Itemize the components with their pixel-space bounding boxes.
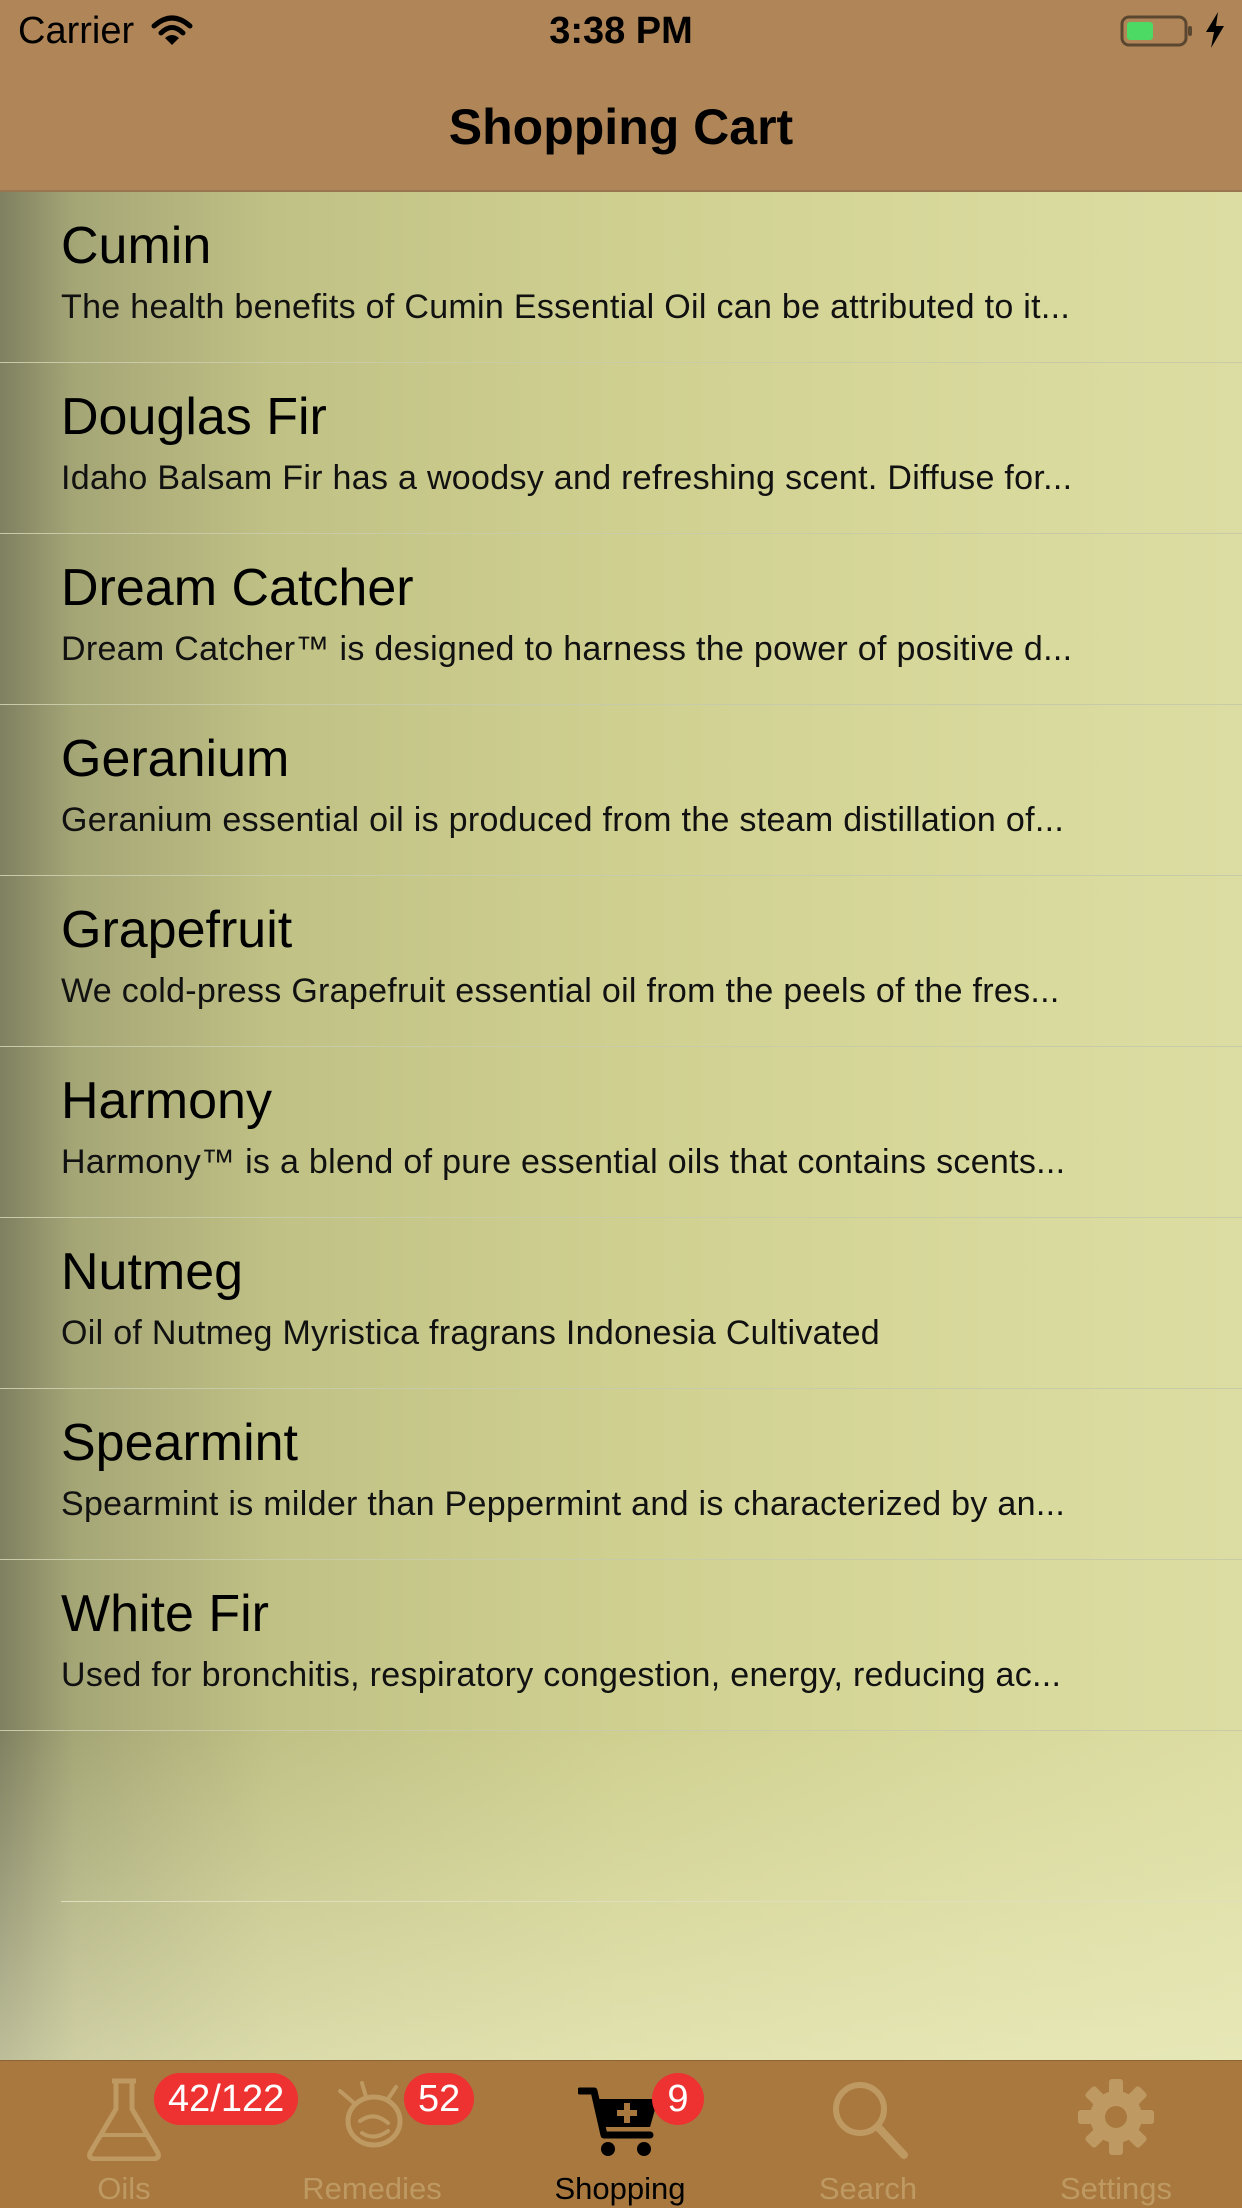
- tab-label: Remedies: [302, 2171, 442, 2206]
- cart-count-badge: 9: [652, 2073, 704, 2125]
- tab-shopping[interactable]: 9 Shopping: [496, 2061, 744, 2208]
- list-item[interactable]: Spearmint Spearmint is milder than Peppe…: [0, 1389, 1242, 1560]
- item-title: Spearmint: [61, 1414, 298, 1472]
- battery-icon: [1120, 15, 1192, 47]
- item-description: The health benefits of Cumin Essential O…: [61, 288, 1071, 326]
- flask-icon: [87, 2078, 161, 2161]
- remedies-icon: [338, 2081, 403, 2148]
- row-separator: [61, 1901, 1242, 1902]
- navigation-bar: Shopping Cart: [0, 62, 1242, 192]
- page-title: Shopping Cart: [448, 99, 794, 155]
- list-item[interactable]: Douglas Fir Idaho Balsam Fir has a woods…: [0, 363, 1242, 534]
- search-icon: [833, 2082, 908, 2159]
- gear-icon: [1078, 2079, 1154, 2155]
- list-item[interactable]: Cumin The health benefits of Cumin Essen…: [0, 192, 1242, 363]
- tab-remedies[interactable]: 52 Remedies: [248, 2061, 496, 2208]
- charging-bolt-icon: [1206, 12, 1224, 48]
- list-item[interactable]: Grapefruit We cold-press Grapefruit esse…: [0, 876, 1242, 1047]
- item-title: Geranium: [61, 730, 290, 788]
- item-description: Oil of Nutmeg Myristica fragrans Indones…: [61, 1314, 881, 1352]
- remedies-count-badge: 52: [404, 2073, 475, 2125]
- cart-list[interactable]: Cumin The health benefits of Cumin Essen…: [0, 192, 1242, 2060]
- tab-oils[interactable]: 42/122 Oils: [0, 2061, 299, 2208]
- item-title: Dream Catcher: [61, 559, 414, 617]
- item-description: Idaho Balsam Fir has a woodsy and refres…: [61, 459, 1073, 497]
- list-item[interactable]: Harmony Harmony™ is a blend of pure esse…: [0, 1047, 1242, 1218]
- tab-label: Settings: [1059, 2171, 1172, 2206]
- tab-settings[interactable]: Settings: [992, 2061, 1240, 2208]
- item-title: Harmony: [61, 1072, 272, 1130]
- tab-search[interactable]: Search: [744, 2061, 992, 2208]
- item-title: Grapefruit: [61, 901, 293, 959]
- list-item[interactable]: White Fir Used for bronchitis, respirato…: [0, 1560, 1242, 1731]
- tab-label: Oils: [97, 2171, 151, 2206]
- item-title: Cumin: [61, 217, 212, 275]
- status-bar: Carrier 3:38 PM: [0, 0, 1242, 62]
- list-item[interactable]: Dream Catcher Dream Catcher™ is designed…: [0, 534, 1242, 705]
- tab-label: Search: [818, 2171, 918, 2206]
- item-description: Dream Catcher™ is designed to harness th…: [61, 630, 1073, 668]
- status-time: 3:38 PM: [549, 10, 693, 52]
- item-title: Nutmeg: [61, 1243, 244, 1301]
- tab-label: Shopping: [554, 2171, 686, 2206]
- item-description: Geranium essential oil is produced from …: [61, 801, 1065, 839]
- list-item[interactable]: Geranium Geranium essential oil is produ…: [0, 705, 1242, 876]
- item-description: Used for bronchitis, respiratory congest…: [61, 1656, 1062, 1694]
- item-description: Spearmint is milder than Peppermint and …: [61, 1485, 1066, 1523]
- item-title: Douglas Fir: [61, 388, 327, 446]
- item-title: White Fir: [61, 1585, 269, 1643]
- list-item[interactable]: Nutmeg Oil of Nutmeg Myristica fragrans …: [0, 1218, 1242, 1389]
- item-description: Harmony™ is a blend of pure essential oi…: [61, 1143, 1066, 1181]
- item-description: We cold-press Grapefruit essential oil f…: [61, 972, 1060, 1010]
- cart-add-icon: [578, 2087, 658, 2156]
- tab-bar: 42/122 Oils 52 Remedies 9 Shopping Searc…: [0, 2060, 1242, 2208]
